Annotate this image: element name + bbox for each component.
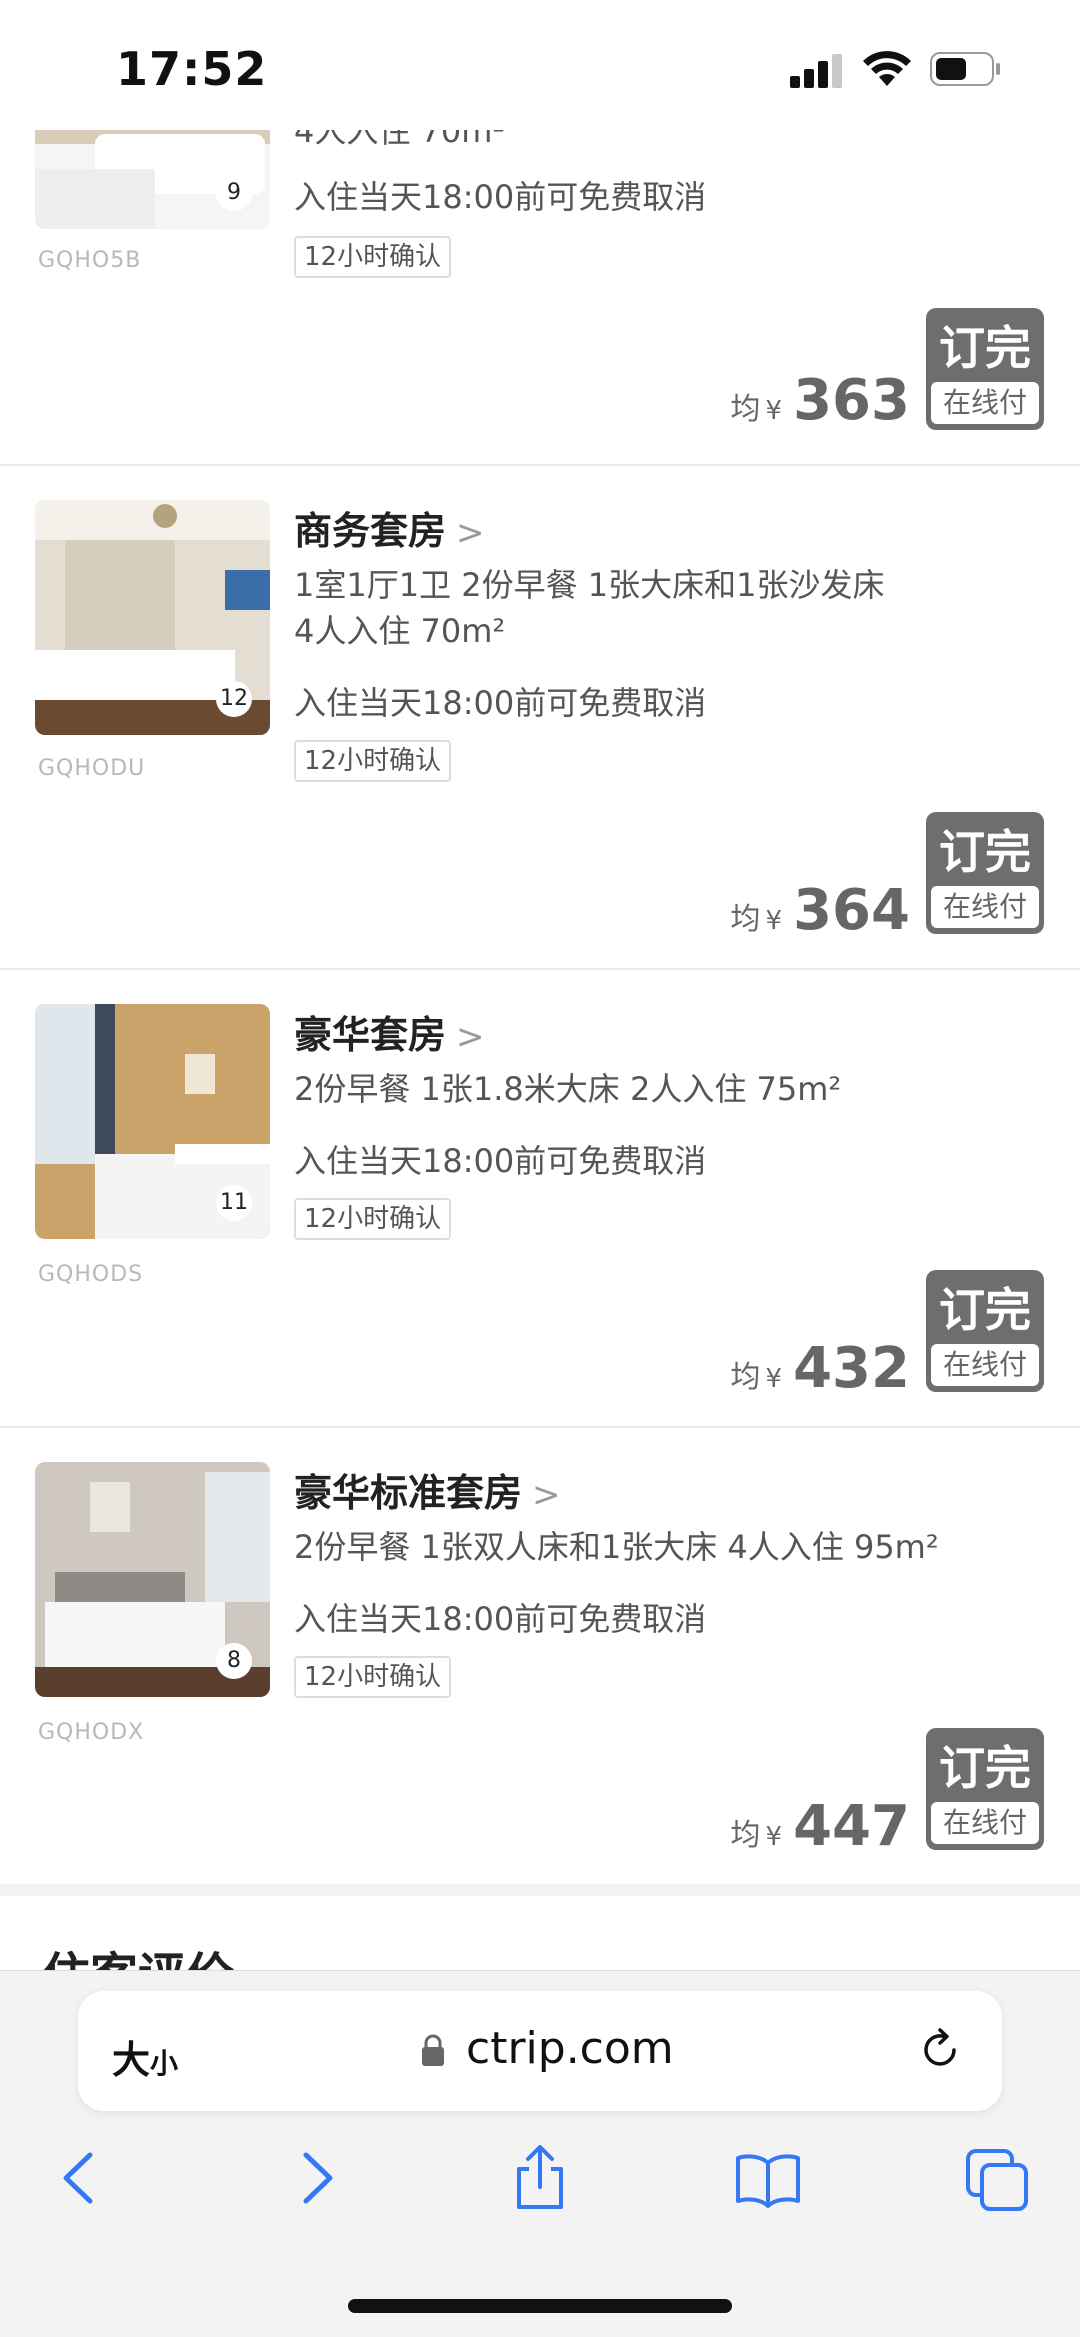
photo-count-badge: 9 [216, 175, 252, 211]
status-time: 17:52 [116, 42, 268, 96]
price-currency: ¥ [765, 1822, 782, 1852]
book-button[interactable]: 订完 在线付 [926, 1728, 1044, 1850]
back-arrow-icon[interactable] [46, 2143, 116, 2213]
book-button[interactable]: 订完 在线付 [926, 308, 1044, 430]
room-name[interactable]: 豪华套房 > [294, 1004, 485, 1059]
price-currency: ¥ [765, 906, 782, 936]
payment-method-label: 在线付 [931, 1802, 1039, 1844]
payment-method-label: 在线付 [931, 382, 1039, 424]
price-prefix: 均 [730, 1360, 761, 1395]
cancel-policy: 入住当天18:00前可免费取消 [294, 684, 707, 722]
chevron-right-icon: > [532, 1475, 561, 1515]
price: 均 ¥ 432 [730, 1336, 910, 1401]
room-photo[interactable]: 8 [35, 1462, 270, 1697]
chevron-right-icon: > [456, 1017, 485, 1057]
price-currency: ¥ [765, 396, 782, 426]
wifi-icon [863, 51, 911, 86]
confirm-tag: 12小时确认 [294, 740, 452, 782]
price-value: 447 [793, 1794, 910, 1859]
room-code: GQHODU [38, 756, 146, 781]
price-prefix: 均 [730, 902, 761, 937]
room-name[interactable]: 豪华标准套房 > [294, 1462, 561, 1517]
address-bar[interactable]: 大小 ctrip.com [78, 1991, 1002, 2111]
book-status-label: 订完 [939, 1283, 1031, 1337]
room-photo[interactable]: 12 [35, 500, 270, 735]
cancel-policy: 入住当天18:00前可免费取消 [294, 1142, 707, 1180]
text-size-small: 小 [150, 2047, 179, 2080]
forward-arrow-icon[interactable] [280, 2143, 350, 2213]
book-status-label: 订完 [939, 1741, 1031, 1795]
room-desc-line: 2份早餐 1张双人床和1张大床 4人入住 95m² [294, 1528, 939, 1566]
price: 均 ¥ 363 [730, 368, 910, 433]
text-size-button[interactable]: 大小 [112, 2029, 178, 2084]
browser-toolbar: 大小 ctrip.com [0, 1970, 1080, 2337]
room-name-text: 商务套房 [294, 509, 447, 553]
payment-method-label: 在线付 [931, 886, 1039, 928]
room-name-text: 豪华套房 [294, 1013, 447, 1057]
room-code: GQHODX [38, 1720, 145, 1745]
room-desc-line: 4人入住 70m² [294, 612, 506, 650]
price-value: 364 [793, 878, 910, 943]
book-button[interactable]: 订完 在线付 [926, 1270, 1044, 1392]
payment-method-label: 在线付 [931, 1344, 1039, 1386]
room-code: GQHODS [38, 1262, 144, 1287]
home-indicator [348, 2299, 732, 2313]
url-text[interactable]: ctrip.com [466, 2023, 674, 2074]
room-desc-line: 1室1厅1卫 2份早餐 1张大床和1张沙发床 [294, 566, 885, 604]
room-desc-line: 2份早餐 1张1.8米大床 2人入住 75m² [294, 1070, 842, 1108]
room-name[interactable]: 商务套房 > [294, 500, 485, 555]
photo-count-badge: 11 [216, 1185, 252, 1221]
room-code: GQHO5B [38, 248, 142, 273]
confirm-tag: 12小时确认 [294, 1198, 452, 1240]
photo-count-badge: 8 [216, 1643, 252, 1679]
room-name-text: 豪华标准套房 [294, 1471, 523, 1515]
price-value: 363 [793, 368, 910, 433]
bookmarks-icon[interactable] [733, 2143, 803, 2213]
room-photo[interactable]: 11 [35, 1004, 270, 1239]
status-bar: 17:52 [0, 0, 1080, 130]
confirm-tag: 12小时确认 [294, 236, 452, 278]
photo-count-badge: 12 [216, 681, 252, 717]
cellular-signal-icon [790, 52, 844, 88]
section-divider [0, 1884, 1080, 1896]
book-status-label: 订完 [939, 321, 1031, 375]
chevron-right-icon: > [456, 513, 485, 553]
price-prefix: 均 [730, 392, 761, 427]
book-status-label: 订完 [939, 825, 1031, 879]
price-currency: ¥ [765, 1364, 782, 1394]
cancel-policy: 入住当天18:00前可免费取消 [294, 1600, 707, 1638]
cancel-policy: 入住当天18:00前可免费取消 [294, 178, 707, 216]
price: 均 ¥ 447 [730, 1794, 910, 1859]
room-card[interactable]: 11 GQHODS 豪华套房 > 2份早餐 1张1.8米大床 2人入住 75m² … [0, 970, 1080, 1428]
price: 均 ¥ 364 [730, 878, 910, 943]
text-size-large: 大 [112, 2038, 151, 2082]
confirm-tag: 12小时确认 [294, 1656, 452, 1698]
price-value: 432 [793, 1336, 910, 1401]
share-icon[interactable] [505, 2143, 575, 2213]
battery-icon [930, 52, 1000, 86]
room-card[interactable]: 8 GQHODX 豪华标准套房 > 2份早餐 1张双人床和1张大床 4人入住 95… [0, 1428, 1080, 1884]
reload-icon[interactable] [916, 2025, 966, 2075]
tabs-icon[interactable] [962, 2143, 1032, 2213]
price-prefix: 均 [730, 1818, 761, 1853]
book-button[interactable]: 订完 在线付 [926, 812, 1044, 934]
lock-icon [422, 2034, 444, 2066]
room-card[interactable]: 12 GQHODU 商务套房 > 1室1厅1卫 2份早餐 1张大床和1张沙发床 4… [0, 466, 1080, 970]
